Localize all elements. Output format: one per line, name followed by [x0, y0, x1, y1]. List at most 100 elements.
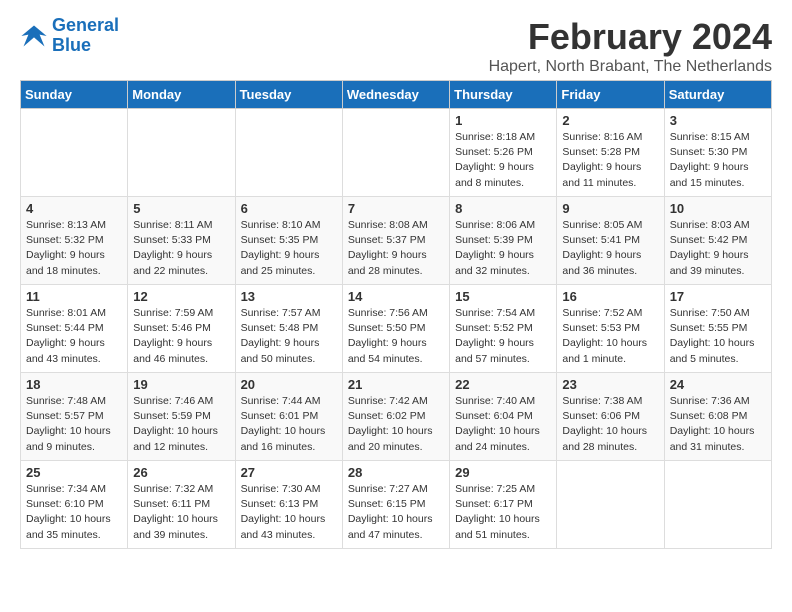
header-day-sunday: Sunday: [21, 81, 128, 109]
header-day-saturday: Saturday: [664, 81, 771, 109]
day-cell: 19 Sunrise: 7:46 AM Sunset: 5:59 PM Dayli…: [128, 373, 235, 461]
day-number: 2: [562, 113, 658, 128]
day-number: 9: [562, 201, 658, 216]
day-info: Sunrise: 8:05 AM Sunset: 5:41 PM Dayligh…: [562, 218, 658, 279]
day-cell: 16 Sunrise: 7:52 AM Sunset: 5:53 PM Dayli…: [557, 285, 664, 373]
logo-line1: General: [52, 15, 119, 35]
day-info: Sunrise: 7:38 AM Sunset: 6:06 PM Dayligh…: [562, 394, 658, 455]
day-info: Sunrise: 7:59 AM Sunset: 5:46 PM Dayligh…: [133, 306, 229, 367]
day-info: Sunrise: 7:40 AM Sunset: 6:04 PM Dayligh…: [455, 394, 551, 455]
day-number: 11: [26, 289, 122, 304]
day-cell: 7Sunrise: 8:08 AM Sunset: 5:37 PM Daylig…: [342, 197, 449, 285]
day-cell: 11 Sunrise: 8:01 AM Sunset: 5:44 PM Dayli…: [21, 285, 128, 373]
day-number: 25: [26, 465, 122, 480]
day-cell: [664, 461, 771, 549]
day-info: Sunrise: 8:15 AM Sunset: 5:30 PM Dayligh…: [670, 130, 766, 191]
day-cell: 28Sunrise: 7:27 AM Sunset: 6:15 PM Dayli…: [342, 461, 449, 549]
week-row-0: 1 Sunrise: 8:18 AM Sunset: 5:26 PM Daylig…: [21, 109, 772, 197]
day-cell: 8 Sunrise: 8:06 AM Sunset: 5:39 PM Daylig…: [450, 197, 557, 285]
day-info: Sunrise: 8:16 AM Sunset: 5:28 PM Dayligh…: [562, 130, 658, 191]
day-info: Sunrise: 7:54 AM Sunset: 5:52 PM Dayligh…: [455, 306, 551, 367]
day-info: Sunrise: 7:46 AM Sunset: 5:59 PM Dayligh…: [133, 394, 229, 455]
month-title: February 2024: [489, 16, 772, 58]
header-day-tuesday: Tuesday: [235, 81, 342, 109]
day-number: 23: [562, 377, 658, 392]
week-row-1: 4 Sunrise: 8:13 AM Sunset: 5:32 PM Daylig…: [21, 197, 772, 285]
day-number: 18: [26, 377, 122, 392]
logo-line2: Blue: [52, 35, 91, 55]
day-cell: 12 Sunrise: 7:59 AM Sunset: 5:46 PM Dayli…: [128, 285, 235, 373]
day-number: 26: [133, 465, 229, 480]
day-number: 14: [348, 289, 444, 304]
day-cell: 20 Sunrise: 7:44 AM Sunset: 6:01 PM Dayli…: [235, 373, 342, 461]
day-info: Sunrise: 7:44 AM Sunset: 6:01 PM Dayligh…: [241, 394, 337, 455]
day-info: Sunrise: 7:52 AM Sunset: 5:53 PM Dayligh…: [562, 306, 658, 367]
day-cell: 6 Sunrise: 8:10 AM Sunset: 5:35 PM Daylig…: [235, 197, 342, 285]
day-cell: [21, 109, 128, 197]
day-info: Sunrise: 7:34 AM Sunset: 6:10 PM Dayligh…: [26, 482, 122, 543]
day-info: Sunrise: 8:13 AM Sunset: 5:32 PM Dayligh…: [26, 218, 122, 279]
logo: General Blue: [20, 16, 119, 56]
day-info: Sunrise: 7:25 AM Sunset: 6:17 PM Dayligh…: [455, 482, 551, 543]
logo-text: General Blue: [52, 16, 119, 56]
day-info: Sunrise: 7:36 AM Sunset: 6:08 PM Dayligh…: [670, 394, 766, 455]
day-cell: [342, 109, 449, 197]
header-day-friday: Friday: [557, 81, 664, 109]
day-number: 10: [670, 201, 766, 216]
day-cell: 2 Sunrise: 8:16 AM Sunset: 5:28 PM Daylig…: [557, 109, 664, 197]
day-number: 6: [241, 201, 337, 216]
day-number: 5: [133, 201, 229, 216]
day-info: Sunrise: 8:10 AM Sunset: 5:35 PM Dayligh…: [241, 218, 337, 279]
day-info: Sunrise: 7:32 AM Sunset: 6:11 PM Dayligh…: [133, 482, 229, 543]
day-info: Sunrise: 8:06 AM Sunset: 5:39 PM Dayligh…: [455, 218, 551, 279]
calendar-table: SundayMondayTuesdayWednesdayThursdayFrid…: [20, 80, 772, 549]
day-cell: 13Sunrise: 7:57 AM Sunset: 5:48 PM Dayli…: [235, 285, 342, 373]
day-number: 19: [133, 377, 229, 392]
header-day-thursday: Thursday: [450, 81, 557, 109]
day-number: 28: [348, 465, 444, 480]
day-info: Sunrise: 7:48 AM Sunset: 5:57 PM Dayligh…: [26, 394, 122, 455]
day-number: 3: [670, 113, 766, 128]
day-number: 29: [455, 465, 551, 480]
day-cell: 17 Sunrise: 7:50 AM Sunset: 5:55 PM Dayli…: [664, 285, 771, 373]
day-number: 21: [348, 377, 444, 392]
day-info: Sunrise: 8:11 AM Sunset: 5:33 PM Dayligh…: [133, 218, 229, 279]
day-number: 1: [455, 113, 551, 128]
day-cell: 14 Sunrise: 7:56 AM Sunset: 5:50 PM Dayli…: [342, 285, 449, 373]
day-number: 8: [455, 201, 551, 216]
day-cell: 24 Sunrise: 7:36 AM Sunset: 6:08 PM Dayli…: [664, 373, 771, 461]
day-cell: [128, 109, 235, 197]
day-cell: 27Sunrise: 7:30 AM Sunset: 6:13 PM Dayli…: [235, 461, 342, 549]
day-cell: 26 Sunrise: 7:32 AM Sunset: 6:11 PM Dayli…: [128, 461, 235, 549]
day-cell: 25 Sunrise: 7:34 AM Sunset: 6:10 PM Dayli…: [21, 461, 128, 549]
day-info: Sunrise: 8:03 AM Sunset: 5:42 PM Dayligh…: [670, 218, 766, 279]
day-number: 16: [562, 289, 658, 304]
day-cell: 5 Sunrise: 8:11 AM Sunset: 5:33 PM Daylig…: [128, 197, 235, 285]
day-info: Sunrise: 7:56 AM Sunset: 5:50 PM Dayligh…: [348, 306, 444, 367]
day-number: 22: [455, 377, 551, 392]
day-cell: [235, 109, 342, 197]
week-row-3: 18 Sunrise: 7:48 AM Sunset: 5:57 PM Dayli…: [21, 373, 772, 461]
location-title: Hapert, North Brabant, The Netherlands: [489, 58, 772, 76]
header: General Blue February 2024 Hapert, North…: [20, 16, 772, 76]
day-info: Sunrise: 8:18 AM Sunset: 5:26 PM Dayligh…: [455, 130, 551, 191]
day-number: 27: [241, 465, 337, 480]
day-number: 4: [26, 201, 122, 216]
day-number: 20: [241, 377, 337, 392]
day-number: 12: [133, 289, 229, 304]
day-number: 17: [670, 289, 766, 304]
header-day-wednesday: Wednesday: [342, 81, 449, 109]
day-info: Sunrise: 8:08 AM Sunset: 5:37 PM Dayligh…: [348, 218, 444, 279]
day-cell: 3 Sunrise: 8:15 AM Sunset: 5:30 PM Daylig…: [664, 109, 771, 197]
day-info: Sunrise: 8:01 AM Sunset: 5:44 PM Dayligh…: [26, 306, 122, 367]
day-cell: 10 Sunrise: 8:03 AM Sunset: 5:42 PM Dayli…: [664, 197, 771, 285]
day-number: 15: [455, 289, 551, 304]
header-day-monday: Monday: [128, 81, 235, 109]
day-number: 24: [670, 377, 766, 392]
header-row: SundayMondayTuesdayWednesdayThursdayFrid…: [21, 81, 772, 109]
day-info: Sunrise: 7:50 AM Sunset: 5:55 PM Dayligh…: [670, 306, 766, 367]
day-cell: 9 Sunrise: 8:05 AM Sunset: 5:41 PM Daylig…: [557, 197, 664, 285]
day-info: Sunrise: 7:57 AM Sunset: 5:48 PM Dayligh…: [241, 306, 337, 367]
day-cell: 21Sunrise: 7:42 AM Sunset: 6:02 PM Dayli…: [342, 373, 449, 461]
day-cell: 23 Sunrise: 7:38 AM Sunset: 6:06 PM Dayli…: [557, 373, 664, 461]
